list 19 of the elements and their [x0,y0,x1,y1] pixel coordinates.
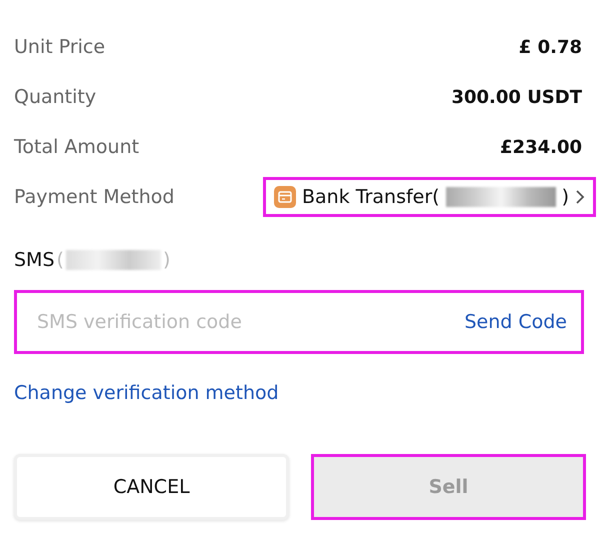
detail-label: Total Amount [14,136,140,158]
detail-value: £234.00 [500,136,582,158]
detail-value: 300.00 USDT [451,86,582,108]
card-icon [274,186,296,208]
detail-label: Unit Price [14,36,106,58]
opening-parenthesis: ( [56,249,64,271]
closing-parenthesis: ) [562,186,569,208]
payment-method-name: Bank Transfer( [302,186,440,208]
payment-method-selector[interactable]: Bank Transfer( ) [263,177,596,217]
closing-parenthesis: ) [162,249,170,271]
change-verification-link[interactable]: Change verification method [14,382,279,404]
cancel-button[interactable]: CANCEL [14,454,289,520]
detail-label: Payment Method [14,186,174,208]
detail-value: £ 0.78 [518,36,582,58]
detail-label: Quantity [14,86,96,108]
chevron-right-icon [575,189,585,205]
sms-label: SMS [14,249,55,271]
sms-code-field[interactable]: SMS verification code Send Code [14,290,584,354]
send-code-link[interactable]: Send Code [464,311,567,333]
